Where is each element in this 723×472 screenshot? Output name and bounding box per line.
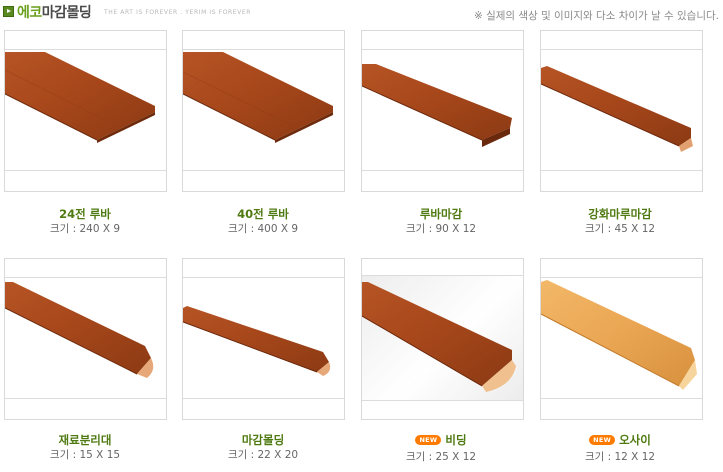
product-name[interactable]: 비딩: [445, 433, 466, 447]
product-size: 크기 : 22 X 20: [227, 449, 299, 461]
new-badge: NEW: [415, 435, 442, 445]
title-part-2: 마감몰딩: [41, 5, 92, 21]
product-image[interactable]: [541, 277, 702, 399]
product-card-40-louver[interactable]: [182, 30, 345, 192]
title-part-1: 에코: [17, 5, 42, 21]
product-card-finishing-molding[interactable]: [182, 258, 345, 420]
product-card-24-louver[interactable]: [4, 30, 167, 192]
product-size: 크기 : 90 X 12: [405, 223, 477, 235]
product-name-row[interactable]: NEW 오사이: [535, 432, 705, 448]
page-title: 에코마감몰딩: [17, 2, 92, 22]
product-card-louver-finish[interactable]: [361, 30, 524, 192]
product-name[interactable]: 재료분리대: [0, 432, 170, 448]
product-name-row[interactable]: NEW 비딩: [356, 432, 526, 448]
product-name[interactable]: 24전 루바: [0, 206, 170, 222]
product-image[interactable]: [5, 49, 166, 171]
tagline: THE ART IS FOREVER . YERIM IS FOREVER: [104, 9, 252, 16]
product-card-beading[interactable]: [361, 258, 524, 420]
product-size: 크기 : 12 X 12: [584, 451, 656, 463]
product-name[interactable]: 40전 루바: [178, 206, 348, 222]
product-image[interactable]: [183, 49, 344, 171]
product-card-material-divider[interactable]: [4, 258, 167, 420]
product-card-laminate-finish[interactable]: [540, 30, 703, 192]
product-image[interactable]: [362, 49, 523, 171]
product-name[interactable]: 강화마루마감: [535, 206, 705, 222]
product-card-osai[interactable]: [540, 258, 703, 420]
product-name[interactable]: 루바마감: [356, 206, 526, 222]
play-bullet-icon: [3, 6, 14, 17]
product-image[interactable]: [183, 277, 344, 399]
product-size: 크기 : 400 X 9: [227, 223, 299, 235]
product-size: 크기 : 15 X 15: [49, 449, 121, 461]
new-badge: NEW: [589, 435, 616, 445]
product-size: 크기 : 45 X 12: [584, 223, 656, 235]
product-size: 크기 : 240 X 9: [49, 223, 121, 235]
page-header: 에코마감몰딩 THE ART IS FOREVER . YERIM IS FOR…: [0, 0, 723, 24]
product-size: 크기 : 25 X 12: [405, 451, 477, 463]
product-image[interactable]: [5, 277, 166, 399]
product-name[interactable]: 마감몰딩: [178, 432, 348, 448]
color-notice: ※ 실제의 색상 및 이미지와 다소 차이가 날 수 있습니다.: [473, 10, 719, 22]
product-name[interactable]: 오사이: [619, 433, 651, 447]
product-image[interactable]: [541, 49, 702, 171]
product-image[interactable]: [362, 275, 523, 401]
